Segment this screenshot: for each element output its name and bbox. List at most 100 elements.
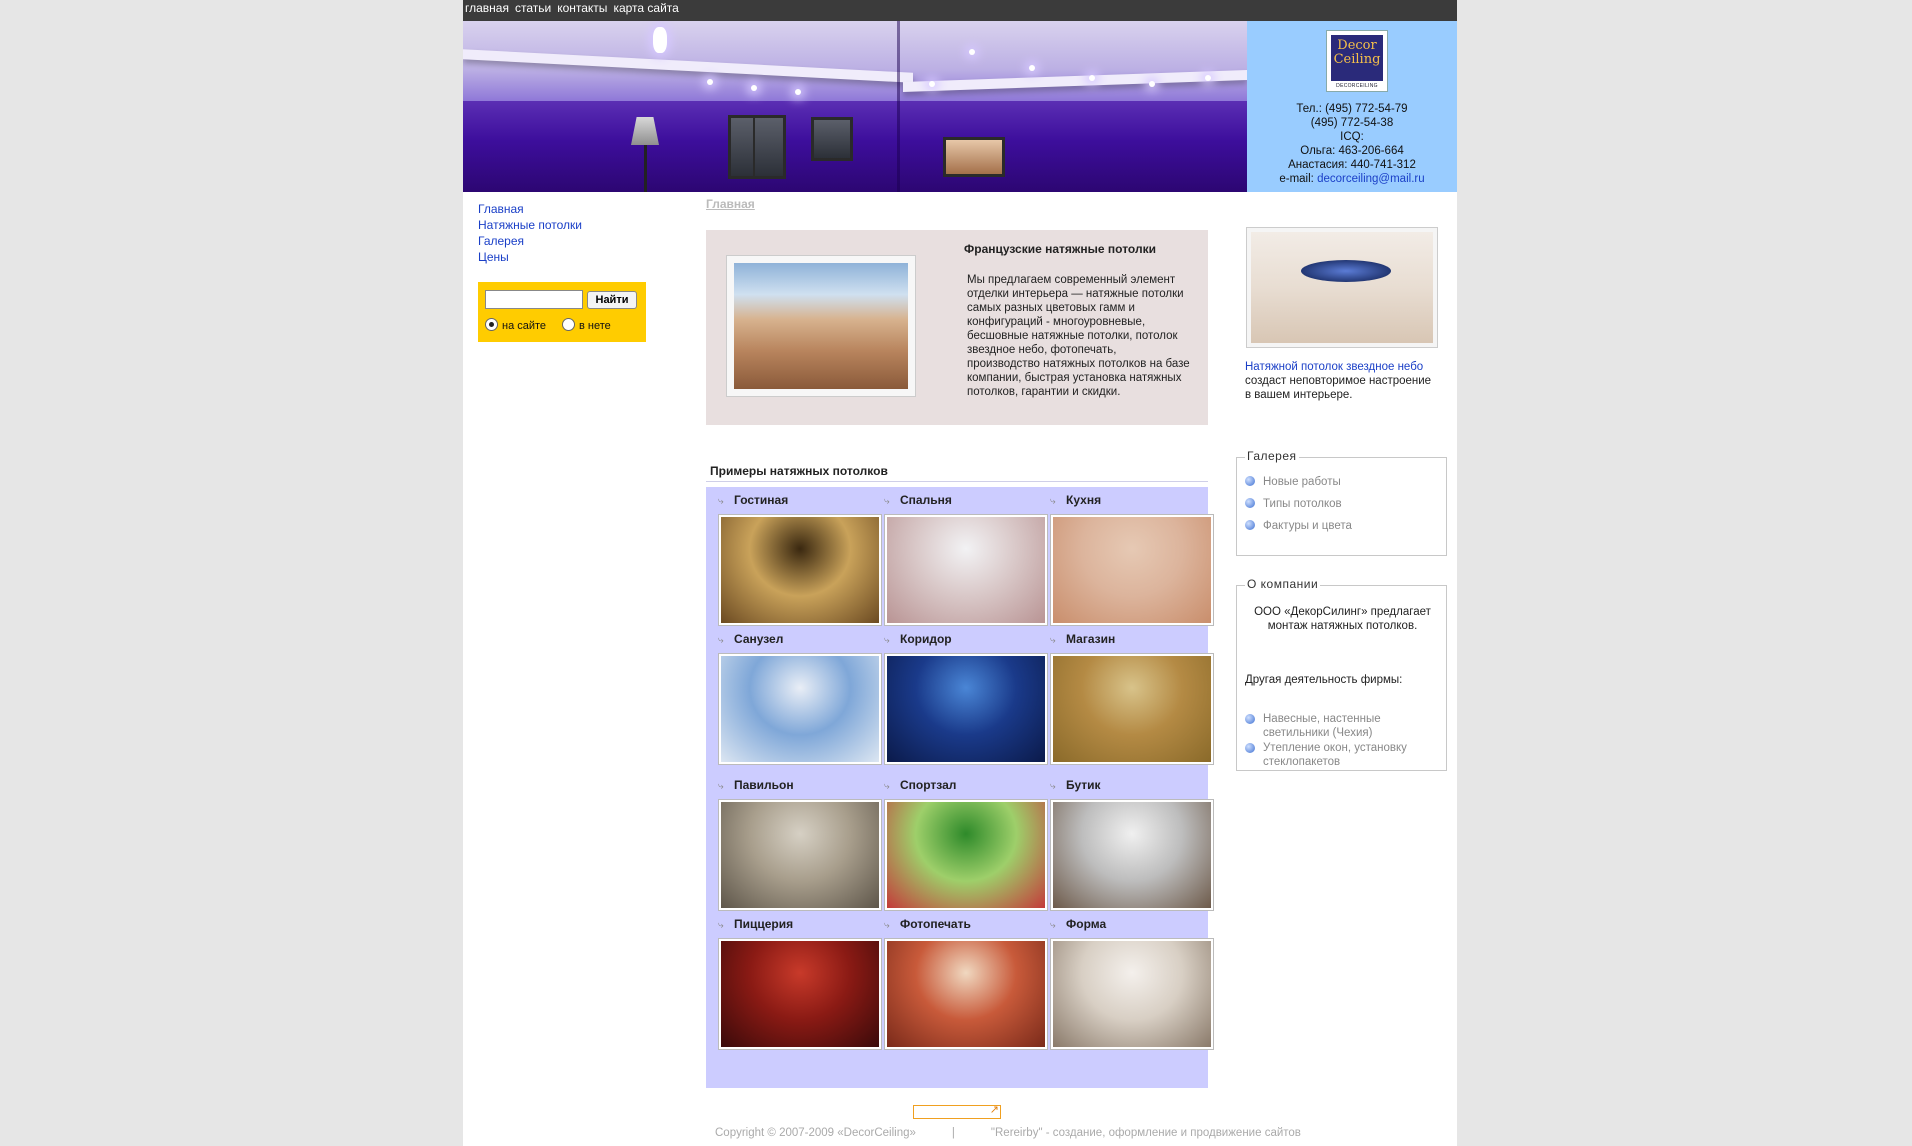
example-thumbnail[interactable]	[1050, 653, 1214, 765]
example-cell[interactable]: ⤷ Спальня	[878, 487, 1048, 626]
intro-title: Французские натяжные потолки	[964, 242, 1156, 256]
starry-sky-photo[interactable]	[1246, 227, 1438, 348]
arrow-icon: ⤷	[1050, 920, 1056, 931]
example-label-text: Пиццерия	[734, 917, 794, 931]
gallery-link-ceiling-types[interactable]: Типы потолков	[1245, 497, 1342, 511]
arrow-icon: ⤷	[884, 920, 890, 931]
example-label-text: Магазин	[1066, 632, 1116, 646]
example-thumbnail[interactable]	[1050, 938, 1214, 1050]
example-label[interactable]: ⤷ Кухня	[1044, 493, 1101, 507]
leftnav-item-home[interactable]: Главная	[478, 201, 582, 217]
example-label[interactable]: ⤷ Фотопечать	[878, 917, 971, 931]
arrow-icon: ⤷	[1050, 781, 1056, 792]
example-cell[interactable]: ⤷ Коридор	[878, 626, 1048, 765]
radio-on-site-label: на сайте	[502, 320, 547, 332]
example-label-text: Коридор	[900, 632, 952, 646]
example-thumbnail[interactable]	[884, 799, 1048, 911]
phone-2: (495) 772-54-38	[1310, 117, 1394, 129]
example-cell[interactable]: ⤷ Пиццерия	[712, 911, 882, 1050]
footer-separator: |	[951, 1127, 955, 1139]
radio-on-web-label: в нете	[579, 320, 611, 332]
company-logo[interactable]: Decor Ceiling DECORCEILING	[1326, 30, 1388, 92]
example-label[interactable]: ⤷ Форма	[1044, 917, 1106, 931]
search-input[interactable]	[485, 290, 583, 309]
other-link-lamps[interactable]: Навесные, настенные светильники (Чехия)	[1245, 712, 1438, 740]
other-link-windows[interactable]: Утепление окон, установку стеклопакетов	[1245, 741, 1438, 769]
example-label-text: Спортзал	[900, 778, 957, 792]
topnav-home-link[interactable]: главная	[465, 0, 509, 16]
topnav-sitemap-link[interactable]: карта сайта	[613, 0, 678, 16]
footer-banner[interactable]: ↗	[913, 1104, 1001, 1119]
arrow-icon: ⤷	[1050, 635, 1056, 646]
logo-subtext: DECORCEILING	[1336, 83, 1378, 89]
other-link-lamps-label: Навесные, настенные светильники (Чехия)	[1263, 713, 1381, 739]
examples-title: Примеры натяжных потолков	[710, 464, 888, 478]
email-line: e-mail: decorceiling@mail.ru	[1247, 172, 1457, 186]
example-thumbnail[interactable]	[1050, 799, 1214, 911]
leftnav-item-ceilings[interactable]: Натяжные потолки	[478, 217, 582, 233]
example-label[interactable]: ⤷ Спортзал	[878, 778, 956, 792]
gallery-box-title: Галерея	[1245, 449, 1299, 463]
arrow-icon: ⤷	[884, 496, 890, 507]
gallery-link-textures[interactable]: Фактуры и цвета	[1245, 519, 1352, 533]
example-cell[interactable]: ⤷ Магазин	[1044, 626, 1214, 765]
radio-on-web[interactable]: в нете	[562, 318, 611, 332]
example-thumbnail[interactable]	[718, 653, 882, 765]
example-thumbnail[interactable]	[1050, 514, 1214, 626]
breadcrumb[interactable]: Главная	[706, 197, 755, 211]
about-box-title: О компании	[1245, 577, 1321, 591]
example-label[interactable]: ⤷ Бутик	[1044, 778, 1101, 792]
gallery-link-new-works[interactable]: Новые работы	[1245, 475, 1341, 489]
starry-sky-link[interactable]: Натяжной потолок звездное небо	[1245, 361, 1423, 373]
other-link-windows-label: Утепление окон, установку стеклопакетов	[1263, 742, 1407, 768]
search-button[interactable]: Найти	[587, 291, 637, 309]
topnav-articles-link[interactable]: статьи	[515, 0, 551, 16]
gallery-link-ceiling-types-label: Типы потолков	[1263, 498, 1342, 510]
bullet-icon	[1245, 498, 1255, 508]
example-cell[interactable]: ⤷ Бутик	[1044, 772, 1214, 911]
example-thumbnail[interactable]	[884, 514, 1048, 626]
intro-text: Мы предлагаем современный элемент отделк…	[967, 274, 1190, 398]
intro-photo	[726, 255, 916, 397]
example-label[interactable]: ⤷ Спальня	[878, 493, 952, 507]
example-thumbnail[interactable]	[884, 653, 1048, 765]
other-activity-title: Другая деятельность фирмы:	[1245, 674, 1403, 686]
example-label[interactable]: ⤷ Санузел	[712, 632, 783, 646]
leftnav-item-prices[interactable]: Цены	[478, 249, 582, 265]
leftnav-item-gallery[interactable]: Галерея	[478, 233, 582, 249]
example-cell[interactable]: ⤷ Павильон	[712, 772, 882, 911]
radio-on-site[interactable]: на сайте	[485, 318, 546, 332]
example-thumbnail[interactable]	[718, 799, 882, 911]
radio-on-site-dot[interactable]	[485, 318, 498, 331]
topnav-contacts-link[interactable]: контакты	[557, 0, 607, 16]
example-thumbnail[interactable]	[884, 938, 1048, 1050]
page: главная статьи контакты карта сайта Decor C…	[463, 0, 1457, 1146]
arrow-icon: ⤷	[884, 635, 890, 646]
arrow-icon: ⤷	[718, 496, 724, 507]
example-thumbnail[interactable]	[718, 938, 882, 1050]
example-cell[interactable]: ⤷ Кухня	[1044, 487, 1214, 626]
arrow-icon: ⤷	[1050, 496, 1056, 507]
starry-sky-text: создаст неповторимое настроение в вашем …	[1245, 375, 1432, 401]
example-cell[interactable]: ⤷ Спортзал	[878, 772, 1048, 911]
bullet-icon	[1245, 476, 1255, 486]
example-label-text: Санузел	[734, 632, 784, 646]
example-label-text: Форма	[1066, 917, 1107, 931]
example-cell[interactable]: ⤷ Гостиная	[712, 487, 882, 626]
example-label[interactable]: ⤷ Павильон	[712, 778, 794, 792]
radio-on-web-dot[interactable]	[562, 318, 575, 331]
gallery-link-new-works-label: Новые работы	[1263, 476, 1341, 488]
example-cell[interactable]: ⤷ Санузел	[712, 626, 882, 765]
example-thumbnail[interactable]	[718, 514, 882, 626]
email-link[interactable]: decorceiling@mail.ru	[1317, 173, 1425, 185]
example-cell[interactable]: ⤷ Фотопечать	[878, 911, 1048, 1050]
footer-credit-link[interactable]: "Rereirby" - создание, оформление и прод…	[991, 1127, 1301, 1139]
example-cell[interactable]: ⤷ Форма	[1044, 911, 1214, 1050]
example-label[interactable]: ⤷ Коридор	[878, 632, 952, 646]
footer: Copyright © 2007-2009 «DecorCeiling» | "Re…	[715, 1127, 1301, 1139]
example-label[interactable]: ⤷ Магазин	[1044, 632, 1115, 646]
example-label[interactable]: ⤷ Пиццерия	[712, 917, 793, 931]
example-label[interactable]: ⤷ Гостиная	[712, 493, 788, 507]
arrow-icon: ⤷	[718, 781, 724, 792]
logo-text: Decor Ceiling	[1331, 35, 1383, 81]
